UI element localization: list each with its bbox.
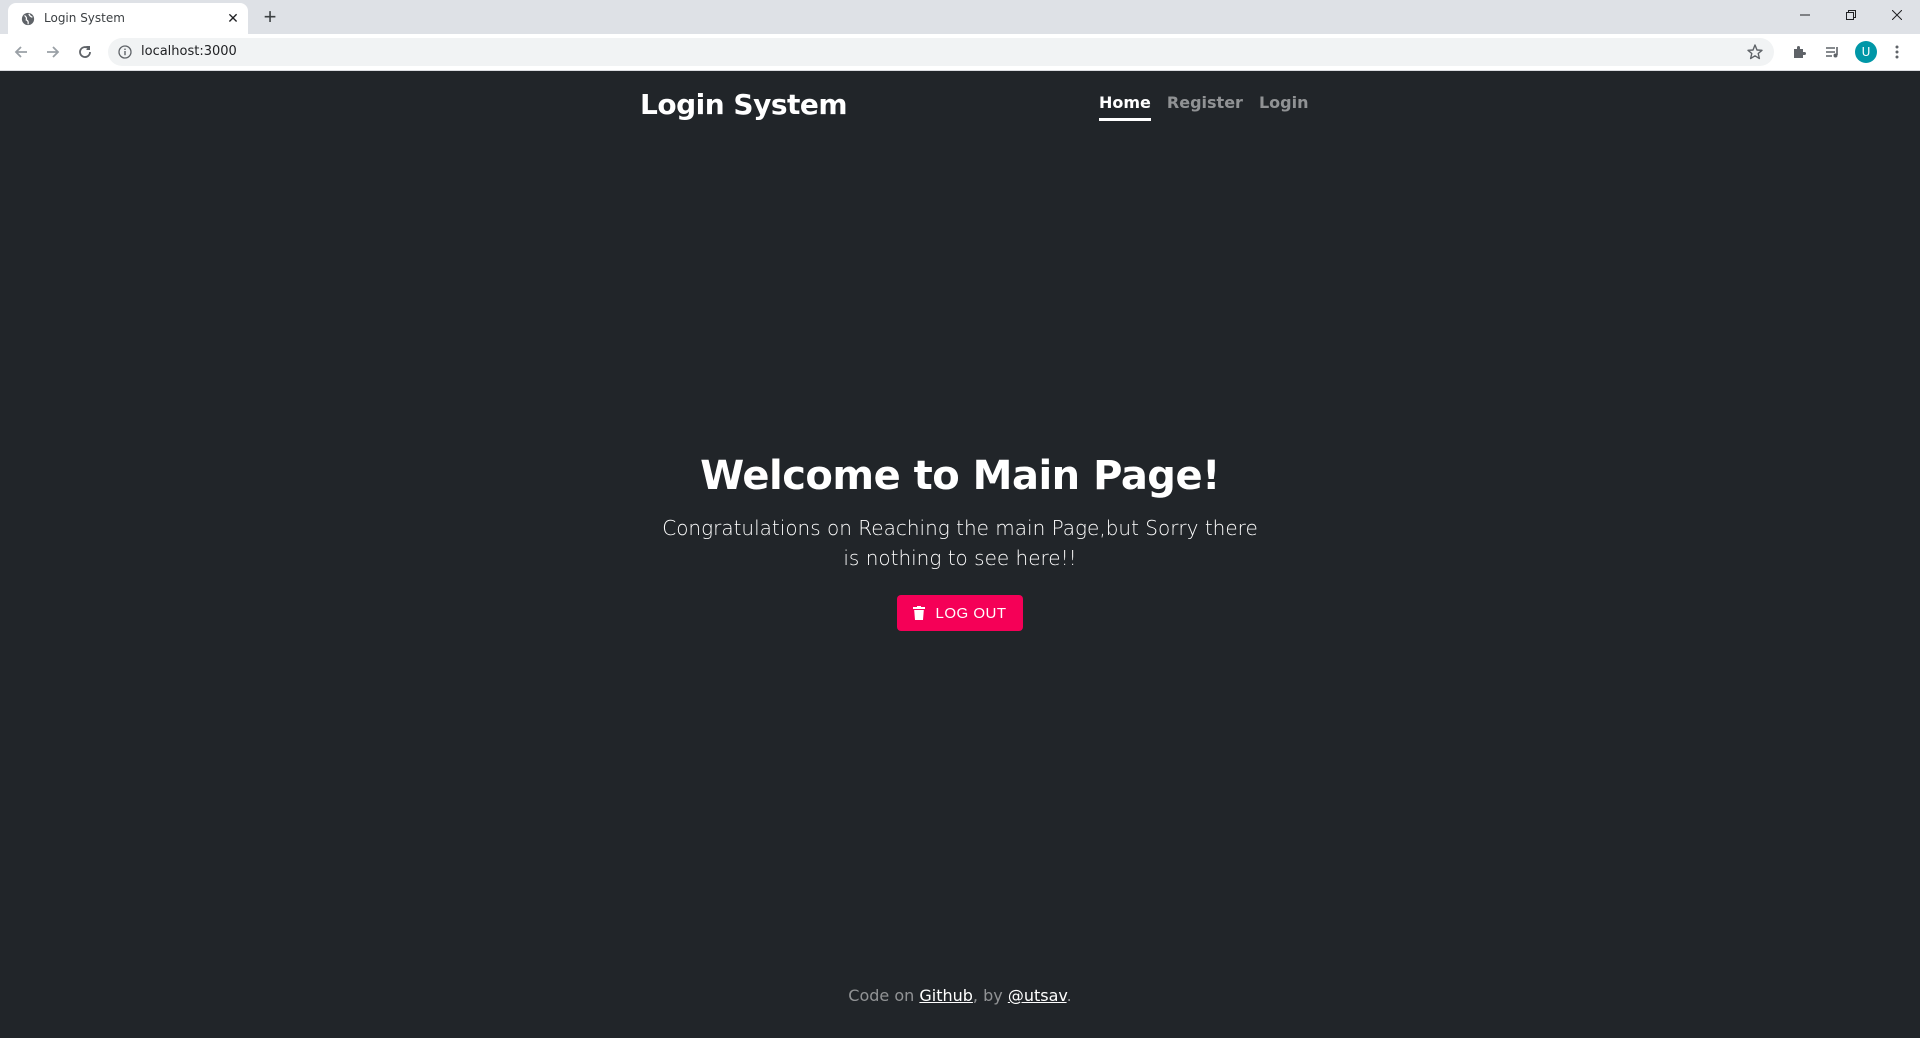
close-window-button[interactable] xyxy=(1874,0,1920,30)
page-title: Welcome to Main Page! xyxy=(700,453,1220,499)
browser-toolbar: localhost:3000 U xyxy=(0,34,1920,71)
restore-icon xyxy=(1846,10,1856,20)
close-tab-icon[interactable]: ✕ xyxy=(225,10,241,26)
nav-link-home[interactable]: Home xyxy=(1099,93,1151,121)
reload-icon xyxy=(79,46,91,58)
footer-middle: , by xyxy=(972,986,1008,1005)
info-icon[interactable] xyxy=(118,45,132,59)
profile-avatar[interactable]: U xyxy=(1854,40,1878,64)
globe-icon xyxy=(21,12,35,26)
restore-button[interactable] xyxy=(1828,0,1874,30)
nav-link-register[interactable]: Register xyxy=(1167,93,1243,121)
avatar-initial: U xyxy=(1855,41,1877,63)
back-button[interactable] xyxy=(8,39,34,65)
browser-menu-button[interactable] xyxy=(1885,40,1909,64)
minimize-button[interactable] xyxy=(1782,0,1828,30)
media-control-button[interactable] xyxy=(1821,40,1845,64)
page-footer: Code on Github, by @utsav. xyxy=(0,986,1920,1005)
puzzle-icon xyxy=(1794,46,1806,58)
new-tab-button[interactable]: + xyxy=(258,6,282,30)
hero-section: Welcome to Main Page! Congratulations on… xyxy=(610,453,1310,631)
logout-button[interactable]: LOG OUT xyxy=(897,595,1023,631)
minimize-icon xyxy=(1800,14,1810,16)
page-body: Login System Home Register Login Welcome… xyxy=(0,71,1920,1038)
trash-icon xyxy=(913,606,926,620)
logout-label: LOG OUT xyxy=(935,604,1007,622)
arrow-left-icon xyxy=(14,46,27,58)
footer-suffix: . xyxy=(1066,986,1072,1005)
kebab-menu-icon xyxy=(1895,45,1899,59)
close-icon xyxy=(1892,10,1902,20)
url-text[interactable]: localhost:3000 xyxy=(141,44,237,59)
arrow-right-icon xyxy=(47,46,60,58)
extensions-button[interactable] xyxy=(1788,40,1812,64)
github-link[interactable]: Github xyxy=(919,986,973,1005)
main-nav: Home Register Login xyxy=(1099,93,1308,121)
media-queue-icon xyxy=(1826,47,1838,58)
star-icon[interactable] xyxy=(1746,43,1764,61)
forward-button[interactable] xyxy=(40,39,66,65)
footer-prefix: Code on xyxy=(848,986,920,1005)
brand-title: Login System xyxy=(640,88,848,121)
browser-tabstrip: Login System ✕ + xyxy=(0,0,1920,34)
hero-message: Congratulations on Reaching the main Pag… xyxy=(662,516,1258,570)
nav-link-login[interactable]: Login xyxy=(1259,93,1309,121)
address-bar[interactable]: localhost:3000 xyxy=(108,38,1774,66)
reload-button[interactable] xyxy=(72,39,98,65)
browser-tab[interactable]: Login System ✕ xyxy=(8,3,248,34)
author-link[interactable]: @utsav xyxy=(1008,986,1067,1005)
tab-title: Login System xyxy=(44,11,125,25)
